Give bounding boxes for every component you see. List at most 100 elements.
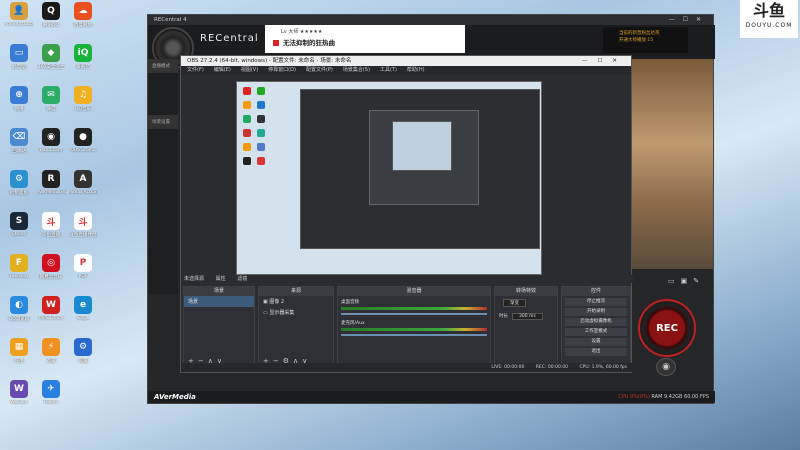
left-item-4[interactable] xyxy=(148,101,178,115)
desktop-icon[interactable]: ◉ Bandicam xyxy=(36,128,66,166)
desktop-icon-label: 爱奇艺 xyxy=(76,65,90,70)
desktop-icon[interactable]: A Mirillis Action! xyxy=(68,170,98,208)
douyu-watermark: 斗鱼 DOUYU.COM xyxy=(740,0,798,38)
mixer-channel-name: 桌面音频 xyxy=(341,300,359,305)
obs-window-controls[interactable]: —☐✕ xyxy=(582,56,627,66)
edge-icon: e xyxy=(74,296,92,314)
transition-type[interactable]: 渐变 xyxy=(495,296,557,310)
nested-capture-level-3 xyxy=(392,121,452,171)
live-dot-icon xyxy=(273,40,279,46)
transition-select[interactable]: 渐变 xyxy=(503,299,526,307)
desktop-icon[interactable]: ☁ 百度网盘 xyxy=(68,2,98,40)
control-button[interactable]: 退出 xyxy=(565,348,627,356)
mixer-header: 混音器 xyxy=(338,287,490,296)
side-tool-icons[interactable]: ▭▣✎ xyxy=(668,277,705,285)
stream-info-card[interactable]: Lv 大师 ★★★★★ 无法抑制的狂热曲 xyxy=(265,25,465,53)
desktop-icon[interactable]: 斗斗鱼直播 xyxy=(36,212,66,250)
desktop-icon-label: Bandicam xyxy=(39,148,63,153)
menu-item[interactable]: 帮助(H) xyxy=(407,67,425,73)
action-icon: A xyxy=(74,170,92,188)
gift-line-2: 开通大师播放 15 xyxy=(619,38,654,43)
camera-snapshot-icon[interactable]: ◉ xyxy=(656,358,676,376)
preview-desktop-icons xyxy=(240,85,270,169)
feishu-icon: ✈ xyxy=(42,380,60,398)
mixer-channel-desktop[interactable]: 桌面音频 xyxy=(341,299,487,317)
mixer-channel-mic[interactable]: 麦克风/Aux xyxy=(341,320,487,338)
desktop-icon[interactable]: ⚙ 控制面板 xyxy=(4,170,34,208)
rec-button[interactable]: REC xyxy=(638,299,696,357)
desktop-icon[interactable]: ◐ QQ浏览器 xyxy=(4,296,34,334)
desktop-icon[interactable]: F Feelsbar xyxy=(4,254,34,292)
douyu-url: DOUYU.COM xyxy=(745,22,793,29)
obs-preview[interactable] xyxy=(236,81,542,275)
desktop-icon-label: 微信 xyxy=(46,107,56,112)
audio-meter xyxy=(341,307,487,310)
source-item[interactable]: ▭ 显示器采集 xyxy=(259,307,333,318)
menu-item[interactable]: 场景集合(S) xyxy=(343,67,370,73)
left-item-scene[interactable]: 场景设置 xyxy=(148,115,178,129)
recentral-brand: RECentral xyxy=(200,33,259,44)
volume-fader[interactable] xyxy=(341,313,487,315)
menu-item[interactable]: 工具(T) xyxy=(380,67,397,73)
desktop-icon[interactable]: ● OBS Studio xyxy=(68,128,98,166)
control-panel-icon: ⚙ xyxy=(10,170,28,188)
desktop-icon[interactable]: iQ 爱奇艺 xyxy=(68,44,98,82)
control-button[interactable]: 设置 xyxy=(565,338,627,346)
desktop-icon[interactable]: ✉ 微信 xyxy=(36,86,66,124)
sys-cpu: CPU 0%(0%) xyxy=(618,394,650,400)
desktop-icon[interactable]: ▭ 此电脑 xyxy=(4,44,34,82)
netdisk-icon: ☁ xyxy=(74,2,92,20)
source-item[interactable]: ▣ 图像 2 xyxy=(259,296,333,307)
desktop-icon[interactable]: ▦ 应用 xyxy=(4,338,34,376)
recentral-footer: AVerMedia CPU 0%(0%) RAM 9.42GB 60.00 FP… xyxy=(148,391,715,403)
desktop-icon-label: Feishu xyxy=(43,400,59,405)
control-button[interactable]: 启动虚拟摄像机 xyxy=(565,318,627,326)
controls-list: 停止推流开始录制启动虚拟摄像机 工作室模式设置退出 xyxy=(562,298,630,356)
obs-window: OBS 27.2.4 (64-bit, windows) - 配置文件: 未命名… xyxy=(180,55,633,373)
desktop-icon[interactable]: ✈ Feishu xyxy=(36,380,66,418)
desktop-icon[interactable]: ◆ 360安全卫士 xyxy=(36,44,66,82)
control-button[interactable]: 工作室模式 xyxy=(565,328,627,336)
menu-item[interactable]: 编辑(E) xyxy=(214,67,231,73)
control-button[interactable]: 停止推流 xyxy=(565,298,627,306)
menu-item[interactable]: 视图(V) xyxy=(241,67,258,73)
desktop-icon[interactable]: e Edge xyxy=(68,296,98,334)
netease-music-icon: ◎ xyxy=(42,254,60,272)
menu-item[interactable]: 文件(F) xyxy=(187,67,204,73)
bandicam-icon: ◉ xyxy=(42,128,60,146)
menu-item[interactable]: 配置文件(P) xyxy=(306,67,333,73)
desktop-icon[interactable]: R AVerMedia RECentral 4 xyxy=(36,170,66,208)
browser-icon: ◐ xyxy=(10,296,28,314)
volume-fader[interactable] xyxy=(341,334,487,336)
recycle-bin-icon: ⌫ xyxy=(10,128,28,146)
nested-capture-level-2 xyxy=(369,110,479,205)
desktop-icon[interactable]: S Steam xyxy=(4,212,34,250)
desktop-icon[interactable]: ⌫ 回收站 xyxy=(4,128,34,166)
iqiyi-icon: iQ xyxy=(74,44,92,62)
window-controls[interactable]: —☐✕ xyxy=(669,15,709,25)
scenes-header: 场景 xyxy=(184,287,254,296)
desktop-icon[interactable]: P PDF xyxy=(68,254,98,292)
desktop-icon-label: Mirillis Action! xyxy=(68,190,98,195)
desktop-icon[interactable]: ◎ 网易云音乐 xyxy=(36,254,66,292)
left-item-mode[interactable]: 直播模式 xyxy=(148,59,178,73)
desktop-icon[interactable]: ♫ QQ音乐 xyxy=(68,86,98,124)
no-source-selected: 未选择源 xyxy=(184,276,205,282)
desktop-icon[interactable]: ⚡ 迅雷 xyxy=(36,338,66,376)
desktop-icon[interactable]: W WPS Office xyxy=(36,296,66,334)
control-button[interactable]: 开始录制 xyxy=(565,308,627,316)
filters-button[interactable]: 滤镜 xyxy=(237,276,247,282)
scene-item[interactable]: 场景 xyxy=(184,296,254,307)
desktop-icon[interactable]: W WeCom xyxy=(4,380,34,418)
desktop-icon[interactable]: ⚙ 设置 xyxy=(68,338,98,376)
desktop-icon-label: 百度网盘 xyxy=(74,23,92,28)
desktop-icon[interactable]: ⊕ 网络 xyxy=(4,86,34,124)
left-item-2[interactable] xyxy=(148,73,178,87)
properties-button[interactable]: 属性 xyxy=(216,276,226,282)
desktop-icon[interactable]: 斗斗鱼直播伴侣 xyxy=(68,212,98,250)
desktop-icon[interactable]: 👤 Administrator xyxy=(4,2,34,40)
duration-input[interactable]: 300 ms xyxy=(512,313,543,320)
desktop-icon[interactable]: Q 腾讯QQ xyxy=(36,2,66,40)
menu-item[interactable]: 停靠窗口(D) xyxy=(268,67,296,73)
left-item-3[interactable] xyxy=(148,87,178,101)
